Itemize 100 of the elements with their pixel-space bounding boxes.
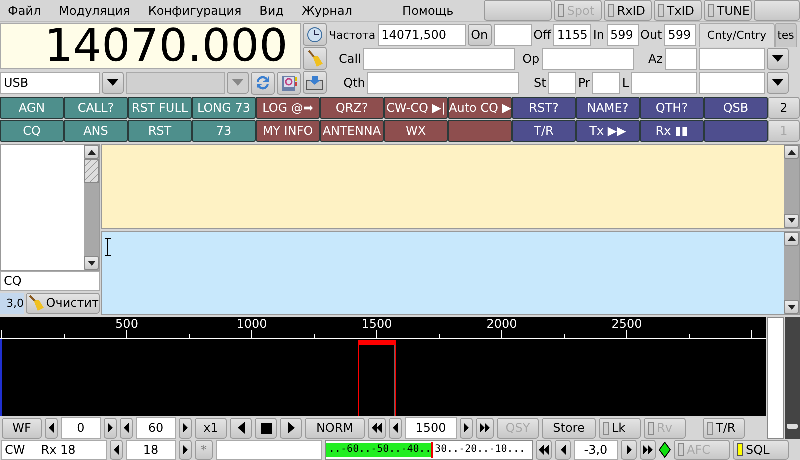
menu-item[interactable]: Модуляция <box>51 0 138 21</box>
country-field[interactable] <box>699 72 765 94</box>
field-label: St <box>533 76 546 90</box>
toggle-button[interactable]: Lk <box>599 418 641 439</box>
macro-button[interactable]: QRZ? <box>320 97 384 120</box>
menu-item[interactable]: Конфигурация <box>140 0 250 21</box>
on-button[interactable]: On <box>468 24 492 46</box>
right-button[interactable] <box>179 440 192 460</box>
frequency-field[interactable]: 14071,500 <box>378 24 466 46</box>
right-button[interactable] <box>280 418 302 439</box>
off-field[interactable]: 1155 <box>553 24 592 46</box>
menu-item[interactable]: Вид <box>252 0 292 21</box>
clock-button[interactable] <box>303 23 327 46</box>
country-field[interactable] <box>699 48 765 70</box>
macro-button[interactable] <box>704 120 768 142</box>
meter-scale: 30..-20..-10... <box>434 444 526 456</box>
increase-button[interactable] <box>179 418 192 439</box>
azimuth-field[interactable] <box>664 48 697 70</box>
scroll-thumb[interactable] <box>787 424 798 430</box>
speed-button[interactable]: NORM <box>305 418 365 439</box>
squelch-field[interactable]: -3,0 <box>574 440 618 460</box>
fast-left-button[interactable] <box>368 418 386 439</box>
macro-button[interactable]: Rx ▮▮ <box>640 120 704 142</box>
mode-dropdown[interactable]: USB <box>0 72 100 94</box>
rst-out-field[interactable]: 599 <box>664 24 696 46</box>
macro-button[interactable]: LOG @➡ <box>256 97 320 120</box>
left-button[interactable] <box>389 418 402 439</box>
operator-field[interactable] <box>542 48 634 70</box>
tab[interactable]: Cnty/Cntry <box>699 23 775 47</box>
offset-field[interactable]: 0 <box>61 417 101 440</box>
menu-item[interactable]: Журнал <box>294 0 360 21</box>
macro-button[interactable]: CW-CQ ▶| <box>384 97 448 120</box>
store-button[interactable]: Store <box>542 418 596 439</box>
macro-button[interactable]: Tx ▶▶ <box>576 120 640 142</box>
macro-button[interactable]: CQ <box>0 120 64 142</box>
decrease-button[interactable] <box>120 418 133 439</box>
right-button[interactable] <box>460 418 473 439</box>
macro-button[interactable] <box>448 120 512 142</box>
fast-right-button[interactable] <box>476 418 494 439</box>
decrease-button[interactable] <box>45 418 58 439</box>
toggle-button[interactable]: RxID <box>604 0 652 21</box>
dropdown-button[interactable] <box>767 72 789 94</box>
toggle-button[interactable]: SQL <box>733 440 789 460</box>
rst-in-field[interactable]: 599 <box>606 24 638 46</box>
macro-button[interactable]: RST FULL <box>128 97 192 120</box>
scrollbar[interactable] <box>784 232 799 314</box>
toggle-button[interactable]: TUNE <box>704 0 752 21</box>
left-arrow-icon <box>124 423 129 434</box>
increase-button[interactable] <box>104 418 117 439</box>
bank-button[interactable]: 2 <box>768 97 800 120</box>
qth-field[interactable] <box>367 72 520 94</box>
province-field[interactable] <box>592 72 620 94</box>
scrollbar[interactable] <box>84 145 99 270</box>
macro-button[interactable]: MY INFO <box>256 120 320 142</box>
broom-button[interactable] <box>303 47 327 70</box>
tab[interactable]: tes <box>775 23 797 47</box>
dropdown-button[interactable] <box>102 72 124 94</box>
range-field[interactable]: 60 <box>136 417 176 440</box>
macro-button[interactable]: WX <box>384 120 448 142</box>
scrollbar[interactable] <box>784 145 799 228</box>
menu-item[interactable]: Помощь <box>374 0 482 21</box>
clear-button[interactable]: Очистит <box>26 292 100 314</box>
right-button[interactable] <box>621 440 637 460</box>
macro-button[interactable]: T/R <box>512 120 576 142</box>
left-button[interactable] <box>230 418 252 439</box>
stop-button[interactable] <box>255 418 277 439</box>
fast-right-button[interactable] <box>640 440 656 460</box>
state-field[interactable] <box>548 72 576 94</box>
frequency-display[interactable]: 14070.000 <box>0 23 301 69</box>
locator-field[interactable] <box>631 72 697 94</box>
macro-button[interactable]: ANTENNA <box>320 120 384 142</box>
macro-button[interactable]: CALL? <box>64 97 128 120</box>
fast-left-button[interactable] <box>536 440 552 460</box>
left-button[interactable] <box>110 440 123 460</box>
value-field[interactable]: 18 <box>126 440 176 460</box>
scroll-thumb[interactable] <box>84 159 99 184</box>
menu-item[interactable]: Файл <box>0 0 50 21</box>
waterfall-mode-button[interactable]: WF <box>2 418 42 439</box>
macro-button[interactable]: QSB <box>704 97 768 120</box>
macro-button[interactable]: 73 <box>192 120 256 142</box>
toggle-button[interactable]: T/R <box>703 418 745 439</box>
macro-button[interactable]: LONG 73 <box>192 97 256 120</box>
dropdown-button[interactable] <box>767 48 789 70</box>
macro-button[interactable]: NAME? <box>576 97 640 120</box>
macro-button[interactable]: ANS <box>64 120 128 142</box>
zoom-button[interactable]: x1 <box>195 418 227 439</box>
time-field[interactable] <box>494 24 532 46</box>
search-field[interactable]: CQ <box>0 271 100 292</box>
book-button[interactable] <box>277 72 301 94</box>
scrollbar[interactable] <box>785 317 800 440</box>
carrier-field[interactable]: 1500 <box>405 417 457 440</box>
toggle-button[interactable]: TxID <box>654 0 702 21</box>
call-field[interactable] <box>363 48 516 70</box>
macro-button[interactable]: AGN <box>0 97 64 120</box>
import-button[interactable] <box>303 71 327 94</box>
macro-button[interactable]: QTH? <box>640 97 704 120</box>
left-button[interactable] <box>555 440 571 460</box>
macro-button[interactable]: RST <box>128 120 192 142</box>
macro-button[interactable]: RST? <box>512 97 576 120</box>
refresh-button[interactable] <box>251 72 275 94</box>
